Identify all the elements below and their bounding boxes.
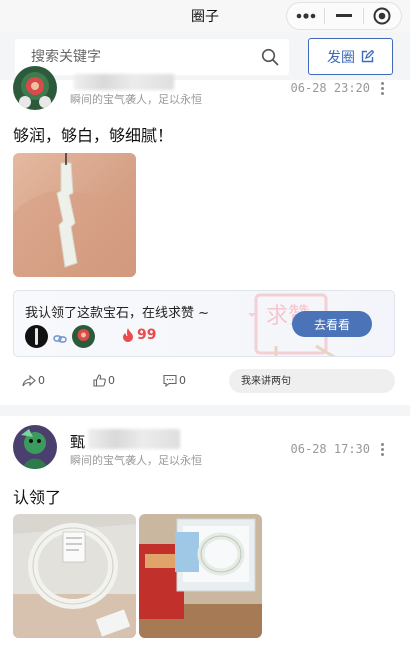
post-image[interactable]: [13, 514, 136, 638]
claim-avatar: [25, 325, 48, 348]
post-image[interactable]: [139, 514, 262, 638]
claim-count-value: 99: [137, 327, 157, 343]
share-button[interactable]: 0: [22, 374, 45, 387]
search-box: [15, 39, 289, 75]
edit-icon: [361, 50, 374, 63]
comment-input[interactable]: [229, 369, 395, 393]
post-text: 够润，够白，够细腻！: [13, 126, 174, 145]
more-dots-icon[interactable]: [287, 3, 324, 29]
like-count: 0: [108, 374, 115, 387]
flame-icon: [123, 328, 133, 342]
user-name-blurred: [74, 74, 174, 90]
like-button[interactable]: 0: [93, 374, 115, 387]
link-icon: [53, 330, 67, 349]
post-time: 06-28 17:30: [290, 442, 370, 456]
thumbs-up-icon: [93, 374, 106, 387]
search-bar-row: 发圈: [0, 32, 410, 80]
user-motto: 瞬间的宝气袭人，足以永恒: [70, 454, 202, 467]
claim-text: 我认领了这款宝石，在线求赞 ~: [25, 306, 210, 321]
post-text: 认领了: [13, 488, 62, 507]
post-divider: [0, 405, 410, 416]
user-name-blurred: [88, 429, 180, 449]
search-icon[interactable]: [261, 48, 279, 66]
user-name: 甄: [70, 433, 86, 451]
post-button[interactable]: 发圈: [308, 38, 393, 75]
avatar[interactable]: [13, 66, 57, 110]
comment-button[interactable]: 0: [163, 374, 186, 387]
user-motto: 瞬间的宝气袭人，足以永恒: [70, 93, 202, 106]
view-claim-button[interactable]: 去看看: [292, 311, 372, 337]
share-icon: [22, 374, 36, 386]
comment-count: 0: [179, 374, 186, 387]
more-options-icon[interactable]: [381, 443, 385, 458]
claim-avatar: [72, 325, 95, 348]
mini-program-capsule: [286, 2, 402, 30]
share-count: 0: [38, 374, 45, 387]
comment-icon: [163, 374, 177, 387]
post-image[interactable]: [13, 153, 136, 277]
claim-banner[interactable]: 求赞 我认领了这款宝石，在线求赞 ~ 99 去看看: [13, 290, 395, 357]
claim-heat-count: 99: [122, 327, 156, 343]
more-options-icon[interactable]: [381, 82, 385, 97]
target-icon[interactable]: [364, 3, 401, 29]
search-input[interactable]: [31, 49, 251, 65]
post-time: 06-28 23:20: [290, 81, 370, 95]
post-card: 甄 瞬间的宝气袭人，足以永恒 06-28 17:30 认领了: [0, 416, 410, 649]
minimize-icon[interactable]: [325, 3, 362, 29]
avatar[interactable]: [13, 425, 57, 469]
nav-bar: 圈子: [0, 0, 410, 32]
post-button-label: 发圈: [327, 49, 355, 66]
post-card: 瞬间的宝气袭人，足以永恒 06-28 23:20 够润，够白，够细腻！ 求赞 我…: [0, 66, 410, 405]
